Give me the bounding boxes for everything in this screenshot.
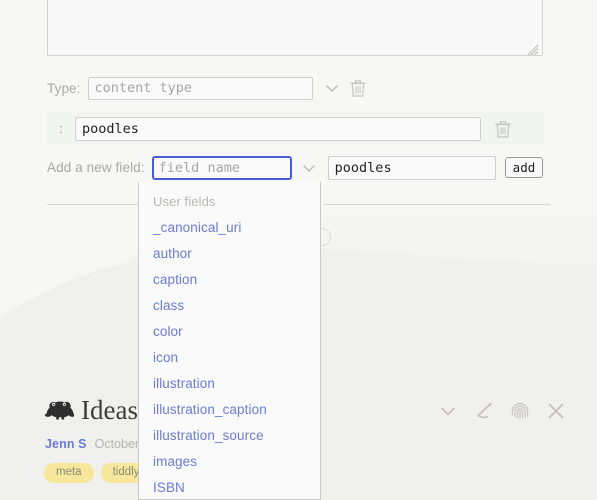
field-editor-panel: Type: : A — [0, 0, 597, 205]
chevron-down-icon[interactable] — [298, 157, 320, 179]
dropdown-item-icon[interactable]: icon — [139, 344, 320, 370]
card-title: Ideas — [81, 395, 138, 425]
add-field-label: Add a new field: — [47, 160, 145, 175]
dropdown-item-images[interactable]: images — [139, 448, 320, 474]
frog-icon — [44, 401, 74, 420]
dropdown-item-author[interactable]: author — [139, 240, 320, 266]
dropdown-item-caption[interactable]: caption — [139, 266, 320, 292]
close-icon[interactable] — [545, 400, 567, 422]
tag-meta[interactable]: meta — [44, 463, 94, 483]
field-name-input[interactable] — [151, 155, 292, 180]
dropdown-group-header: User fields — [153, 194, 216, 209]
card-tags: meta tiddly — [44, 463, 152, 483]
new-field-value-input[interactable] — [327, 155, 496, 180]
textarea-resize-handle[interactable] — [528, 45, 539, 56]
trash-icon[interactable] — [494, 119, 512, 139]
card-author[interactable]: Jenn S — [45, 437, 87, 451]
card-title-row: Ideas — [44, 396, 138, 424]
add-field-row: Add a new field: add — [0, 155, 597, 180]
dropdown-item-color[interactable]: color — [139, 318, 320, 344]
type-row: Type: — [0, 76, 597, 100]
dropdown-item-canonical-uri[interactable]: _canonical_uri — [139, 214, 320, 240]
dropdown-list: _canonical_uri author caption class colo… — [139, 214, 320, 499]
card-action-bar — [437, 400, 567, 422]
add-button[interactable]: add — [504, 157, 544, 178]
field-value-row: : — [47, 112, 544, 145]
type-input[interactable] — [87, 76, 313, 100]
dropdown-item-class[interactable]: class — [139, 292, 320, 318]
dropdown-item-illustration-source[interactable]: illustration_source — [139, 422, 320, 448]
field-separator: : — [59, 121, 63, 136]
edit-pencil-icon[interactable] — [473, 400, 495, 422]
dropdown-item-isbn[interactable]: ISBN — [139, 474, 320, 499]
type-label: Type: — [47, 80, 81, 96]
field-value-input[interactable] — [75, 116, 481, 141]
user-fields-dropdown[interactable]: User fields _canonical_uri author captio… — [138, 182, 321, 500]
chevron-down-icon[interactable] — [437, 400, 459, 422]
chevron-down-icon[interactable] — [321, 77, 343, 99]
trash-icon[interactable] — [349, 78, 367, 98]
divider-right — [323, 204, 550, 205]
dropdown-item-illustration[interactable]: illustration — [139, 370, 320, 396]
divider-left — [47, 204, 142, 205]
fingerprint-icon[interactable] — [509, 400, 531, 422]
dropdown-item-illustration-caption[interactable]: illustration_caption — [139, 396, 320, 422]
notes-textarea[interactable] — [47, 0, 543, 56]
